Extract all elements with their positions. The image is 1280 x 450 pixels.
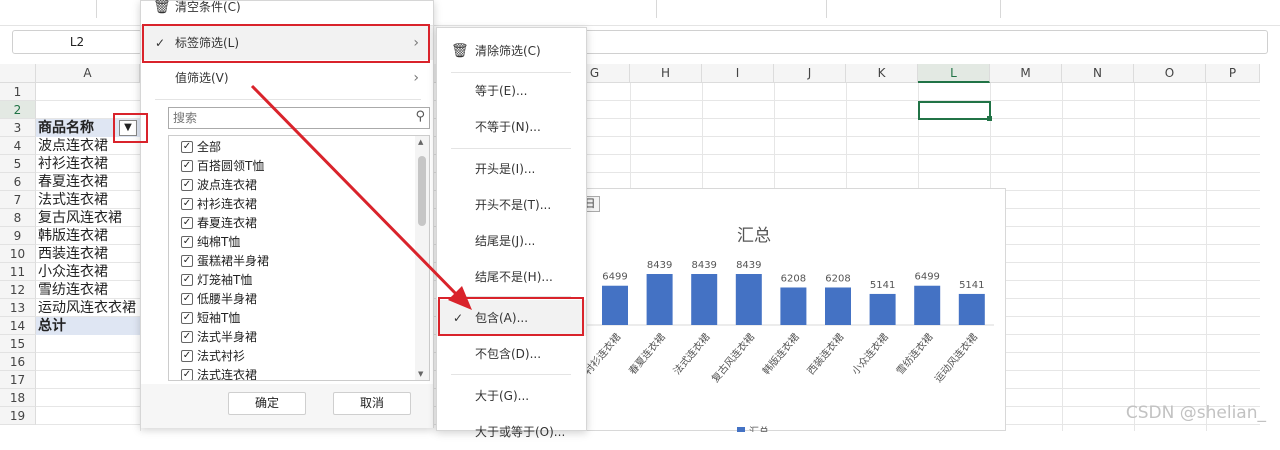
annotation-arrow xyxy=(250,84,472,310)
arrow-shaft xyxy=(250,84,464,302)
watermark: CSDN @shelian_ xyxy=(1125,403,1266,423)
